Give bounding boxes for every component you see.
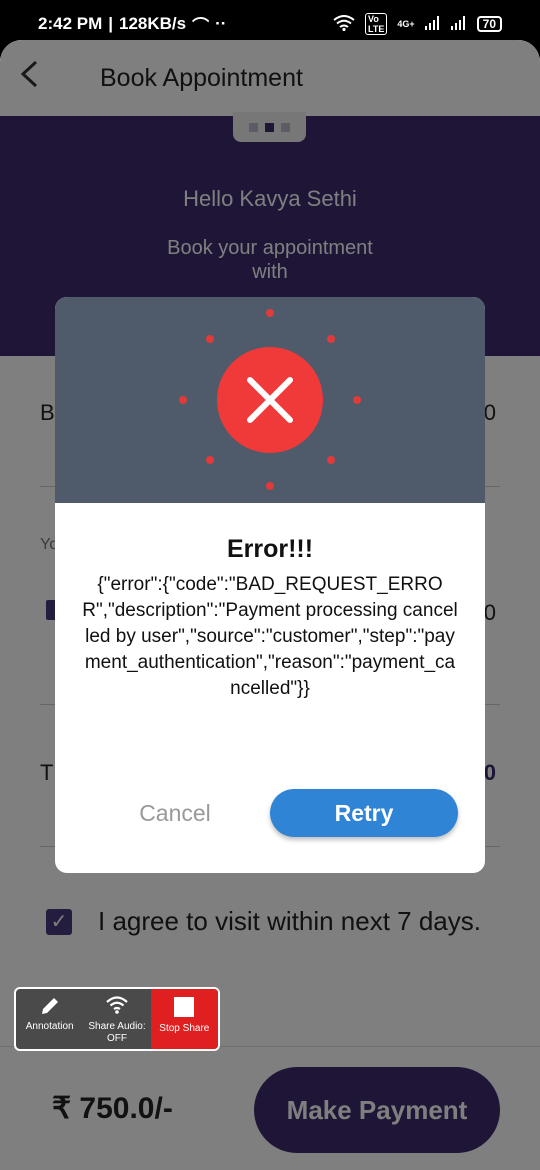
sparkle-dot [266, 309, 274, 317]
network-type: 4G+ [397, 19, 415, 29]
error-x-icon [217, 347, 323, 453]
annotation-button[interactable]: Annotation [16, 989, 83, 1049]
error-dialog: Error!!! {"error":{"code":"BAD_REQUEST_E… [55, 297, 485, 873]
sparkle-dot [327, 335, 335, 343]
signal-icon [424, 15, 441, 33]
dialog-actions: Cancel Retry [55, 789, 485, 837]
screen-share-toolbar: Annotation Share Audio: OFF Stop Share [14, 987, 220, 1051]
sparkle-dot [353, 396, 361, 404]
network-speed: 128KB/s [119, 14, 187, 33]
stop-icon [174, 997, 195, 1017]
dialog-header [55, 297, 485, 503]
dialog-message: {"error":{"code":"BAD_REQUEST_ERROR","de… [82, 574, 458, 699]
headphone-icon: ⌒ [192, 16, 210, 36]
status-time: 2:42 PM [38, 14, 103, 33]
stop-share-button[interactable]: Stop Share [150, 989, 218, 1049]
sparkle-dot [266, 482, 274, 490]
more-dots-icon: ·· [215, 14, 227, 33]
share-audio-button[interactable]: Share Audio: OFF [83, 989, 150, 1049]
sparkle-dot [179, 396, 187, 404]
sparkle-dot [206, 456, 214, 464]
retry-button[interactable]: Retry [270, 789, 458, 837]
dialog-title: Error!!! [226, 535, 314, 563]
signal-icon-2 [450, 15, 467, 33]
volte-icon: Vo LTE [365, 13, 388, 35]
wifi-icon [333, 14, 355, 34]
sparkle-dot [327, 456, 335, 464]
pencil-icon [39, 995, 61, 1021]
wifi-audio-icon [105, 995, 129, 1021]
sparkle-dot [206, 335, 214, 343]
battery-icon: 70 [476, 16, 502, 32]
cancel-button[interactable]: Cancel [115, 789, 235, 837]
